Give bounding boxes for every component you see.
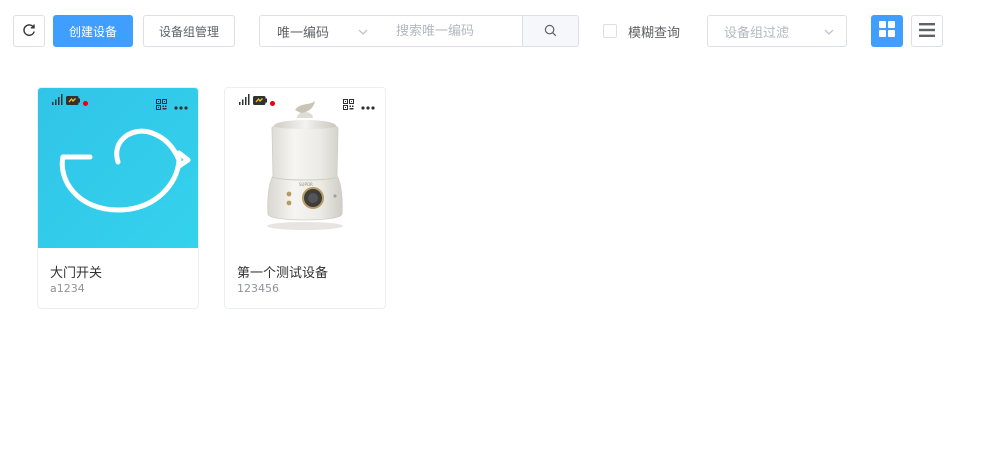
device-name: 第一个测试设备 xyxy=(237,266,329,281)
fuzzy-query-checkbox[interactable]: 模糊查询 xyxy=(603,23,681,41)
search-icon xyxy=(544,22,557,41)
code-type-select[interactable]: 唯一编码 xyxy=(259,15,382,47)
refresh-button[interactable] xyxy=(13,15,45,47)
qr-code-icon[interactable] xyxy=(343,95,354,114)
code-type-select-value: 唯一编码 xyxy=(277,25,330,41)
grid-view-button[interactable] xyxy=(871,15,903,47)
device-code: 123456 xyxy=(237,282,279,295)
search-button[interactable] xyxy=(522,15,579,47)
device-status xyxy=(52,94,88,109)
offline-status-dot xyxy=(83,101,88,106)
device-actions xyxy=(156,95,188,114)
create-device-button[interactable]: 创建设备 xyxy=(53,15,133,47)
battery-icon xyxy=(253,90,267,109)
device-status xyxy=(239,94,275,109)
grid-view-icon xyxy=(879,21,895,41)
device-code: a1234 xyxy=(50,282,85,295)
checkbox-box[interactable] xyxy=(603,24,617,38)
device-card[interactable]: 大门开关 a1234 xyxy=(37,87,199,309)
more-icon[interactable] xyxy=(174,95,188,114)
chevron-down-icon xyxy=(823,26,835,42)
device-actions xyxy=(343,95,375,114)
toolbar: 创建设备 设备组管理 唯一编码 模糊查询 设备组过滤 xyxy=(0,0,982,62)
battery-icon xyxy=(66,90,80,109)
device-card[interactable]: SUPOR 第一个测试设备 123456 xyxy=(224,87,386,309)
list-view-button[interactable] xyxy=(911,15,943,47)
svg-text:SUPOR: SUPOR xyxy=(299,182,313,187)
fuzzy-query-label: 模糊查询 xyxy=(628,25,681,41)
qr-code-icon[interactable] xyxy=(156,95,167,114)
device-group-filter-select[interactable]: 设备组过滤 xyxy=(707,15,847,47)
refresh-icon xyxy=(22,23,36,40)
device-group-manage-button[interactable]: 设备组管理 xyxy=(143,15,235,47)
more-icon[interactable] xyxy=(361,95,375,114)
list-view-icon xyxy=(919,22,935,41)
chevron-down-icon xyxy=(357,26,369,42)
offline-status-dot xyxy=(270,101,275,106)
device-name: 大门开关 xyxy=(50,266,103,281)
search-input[interactable] xyxy=(381,15,523,47)
signal-icon xyxy=(52,90,63,109)
group-filter-placeholder: 设备组过滤 xyxy=(724,25,790,41)
signal-icon xyxy=(239,90,250,109)
